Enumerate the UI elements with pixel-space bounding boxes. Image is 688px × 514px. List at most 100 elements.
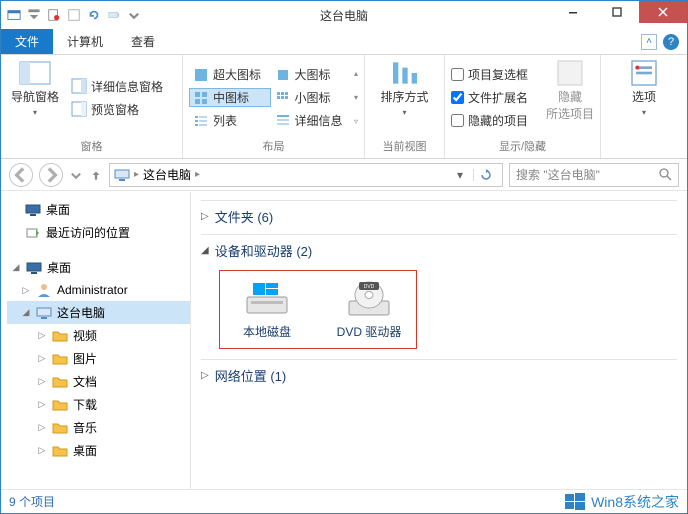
back-button[interactable] bbox=[9, 163, 33, 187]
small-icons-icon bbox=[275, 90, 291, 106]
file-extensions-toggle[interactable]: 文件扩展名 bbox=[451, 88, 546, 107]
layout-list-button[interactable]: 列表 bbox=[189, 111, 271, 130]
layout-small-button[interactable]: 小图标 bbox=[271, 88, 353, 107]
hide-selected-icon bbox=[554, 61, 586, 85]
breadcrumb-root[interactable]: 这台电脑 bbox=[143, 166, 191, 183]
qat-properties-icon[interactable] bbox=[45, 6, 63, 24]
help-button[interactable]: ? bbox=[663, 34, 679, 50]
preview-pane-button[interactable]: 预览窗格 bbox=[67, 100, 167, 119]
tree-music[interactable]: ▷ 音乐 bbox=[7, 416, 190, 439]
file-extensions-checkbox[interactable] bbox=[451, 91, 464, 104]
expand-icon[interactable]: ▷ bbox=[37, 353, 47, 364]
qat-undo-icon[interactable] bbox=[85, 6, 103, 24]
address-bar[interactable]: ▸ 这台电脑 ▸ ▾ bbox=[109, 163, 503, 187]
navigation-tree: 桌面 最近访问的位置 ◢ 桌面 ▷ Administrator ◢ 这台电脑 ▷… bbox=[1, 192, 191, 489]
windows-logo-icon bbox=[565, 492, 585, 512]
drive-dvd[interactable]: DVD DVD 驱动器 bbox=[332, 279, 406, 340]
hidden-items-checkbox[interactable] bbox=[451, 114, 464, 127]
qat-dropdown-icon[interactable] bbox=[25, 6, 43, 24]
expand-icon[interactable]: ▷ bbox=[37, 445, 47, 456]
item-checkboxes-checkbox[interactable] bbox=[451, 68, 464, 81]
local-disk-icon bbox=[243, 279, 291, 319]
chevron-right-icon: ▷ bbox=[201, 370, 209, 381]
tree-quick-desktop[interactable]: 桌面 bbox=[7, 198, 190, 221]
refresh-button[interactable] bbox=[473, 169, 498, 181]
expand-icon[interactable]: ▷ bbox=[37, 399, 47, 410]
ribbon-group-show-hide: 项目复选框 文件扩展名 隐藏的项目 隐藏 所选项目 显示/隐藏 bbox=[445, 55, 601, 158]
tree-quick-recent[interactable]: 最近访问的位置 bbox=[7, 221, 190, 244]
extra-large-icons-icon bbox=[193, 67, 209, 83]
tree-pictures[interactable]: ▷ 图片 bbox=[7, 347, 190, 370]
large-icons-icon bbox=[275, 67, 291, 83]
expand-icon[interactable]: ◢ bbox=[11, 262, 21, 273]
medium-icons-icon bbox=[193, 90, 209, 106]
title-bar: 这台电脑 bbox=[1, 1, 687, 29]
main-area: 桌面 最近访问的位置 ◢ 桌面 ▷ Administrator ◢ 这台电脑 ▷… bbox=[1, 192, 687, 489]
status-item-count: 9 个项目 bbox=[9, 493, 55, 510]
collapse-ribbon-button[interactable]: ˄ bbox=[641, 34, 657, 50]
tree-this-pc[interactable]: ◢ 这台电脑 bbox=[7, 301, 190, 324]
options-button[interactable]: 选项 ▾ bbox=[616, 59, 672, 140]
navigation-pane-button[interactable]: 导航窗格 ▾ bbox=[7, 59, 63, 136]
layout-large-button[interactable]: 大图标 bbox=[271, 65, 353, 84]
expand-icon[interactable]: ▷ bbox=[21, 285, 31, 296]
tab-computer[interactable]: 计算机 bbox=[53, 29, 117, 54]
sort-by-icon bbox=[389, 61, 421, 85]
nav-bar: ▸ 这台电脑 ▸ ▾ 搜索 "这台电脑" bbox=[1, 159, 687, 191]
layout-details-button[interactable]: 详细信息 bbox=[271, 111, 353, 130]
ribbon-tabs: 文件 计算机 查看 ˄ ? bbox=[1, 29, 687, 55]
expand-icon[interactable]: ◢ bbox=[21, 307, 31, 318]
tab-file[interactable]: 文件 bbox=[1, 29, 53, 54]
section-network[interactable]: ▷ 网络位置 (1) bbox=[201, 360, 677, 391]
sort-by-button[interactable]: 排序方式 ▾ bbox=[377, 59, 433, 136]
expand-icon[interactable]: ▷ bbox=[37, 330, 47, 341]
expand-icon[interactable]: ▷ bbox=[37, 422, 47, 433]
tree-administrator[interactable]: ▷ Administrator bbox=[7, 279, 190, 301]
desktop-icon bbox=[26, 260, 42, 276]
breadcrumb-separator-icon[interactable]: ▸ bbox=[134, 169, 139, 180]
item-checkboxes-toggle[interactable]: 项目复选框 bbox=[451, 65, 546, 84]
ribbon: 导航窗格 ▾ 详细信息窗格 预览窗格 窗格 超大图标 bbox=[1, 55, 687, 159]
layout-medium-button[interactable]: 中图标 bbox=[189, 88, 271, 107]
section-devices[interactable]: ◢ 设备和驱动器 (2) bbox=[201, 235, 677, 266]
chevron-down-icon: ◢ bbox=[201, 245, 209, 256]
qat-more-icon[interactable] bbox=[125, 6, 143, 24]
preview-pane-icon bbox=[71, 101, 87, 117]
tree-downloads[interactable]: ▷ 下载 bbox=[7, 393, 190, 416]
forward-button[interactable] bbox=[39, 163, 63, 187]
qat-new-folder-icon[interactable] bbox=[65, 6, 83, 24]
breadcrumb-separator-icon[interactable]: ▸ bbox=[195, 169, 200, 180]
search-box[interactable]: 搜索 "这台电脑" bbox=[509, 163, 679, 187]
tree-videos[interactable]: ▷ 视频 bbox=[7, 324, 190, 347]
drive-local-disk[interactable]: 本地磁盘 bbox=[230, 279, 304, 340]
tree-desktop-root[interactable]: ◢ 桌面 bbox=[7, 256, 190, 279]
tree-folder-desktop[interactable]: ▷ 桌面 bbox=[7, 439, 190, 462]
minimize-button[interactable] bbox=[551, 1, 595, 23]
folder-icon bbox=[52, 351, 68, 367]
window-controls bbox=[551, 1, 687, 23]
dropdown-caret-icon: ▾ bbox=[33, 108, 37, 117]
content-pane: ▷ 文件夹 (6) ◢ 设备和驱动器 (2) 本地磁盘 DVD DVD 驱动器 bbox=[191, 192, 687, 489]
close-button[interactable] bbox=[639, 1, 687, 23]
recent-locations-button[interactable] bbox=[69, 163, 83, 187]
hide-selected-button[interactable]: 隐藏 所选项目 bbox=[546, 59, 594, 136]
details-pane-button[interactable]: 详细信息窗格 bbox=[67, 77, 167, 96]
tree-documents[interactable]: ▷ 文档 bbox=[7, 370, 190, 393]
desktop-icon bbox=[25, 202, 41, 218]
up-button[interactable] bbox=[89, 163, 103, 187]
expand-icon[interactable]: ▷ bbox=[37, 376, 47, 387]
hidden-items-toggle[interactable]: 隐藏的项目 bbox=[451, 111, 546, 130]
navigation-pane-icon bbox=[19, 61, 51, 85]
search-icon[interactable] bbox=[659, 168, 672, 181]
section-folders[interactable]: ▷ 文件夹 (6) bbox=[201, 201, 677, 232]
layout-scroll[interactable]: ▴▾▿ bbox=[352, 59, 358, 136]
dropdown-caret-icon: ▾ bbox=[402, 108, 406, 117]
quick-access-toolbar bbox=[1, 6, 143, 24]
tab-view[interactable]: 查看 bbox=[117, 29, 169, 54]
folder-icon bbox=[52, 443, 68, 459]
layout-extra-large-button[interactable]: 超大图标 bbox=[189, 65, 271, 84]
computer-icon bbox=[114, 167, 130, 183]
qat-redo-icon[interactable] bbox=[105, 6, 123, 24]
address-dropdown-icon[interactable]: ▾ bbox=[451, 168, 469, 182]
maximize-button[interactable] bbox=[595, 1, 639, 23]
